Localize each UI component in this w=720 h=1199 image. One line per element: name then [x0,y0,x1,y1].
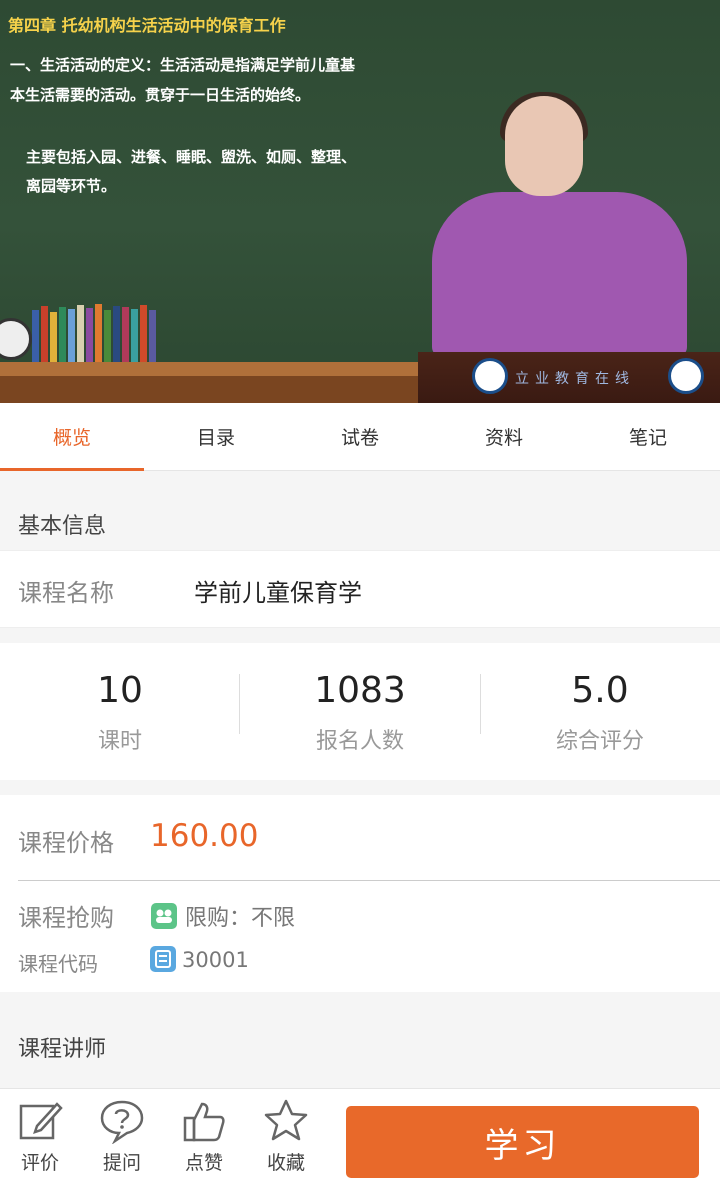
board-text-line: 本生活需要的活动。贯穿于一日生活的始终。 [10,86,311,104]
tab-exams[interactable]: 试卷 [288,403,432,470]
ask-label: 提问 [102,1152,141,1174]
edit-icon [19,1102,63,1140]
ask-button[interactable]: 提问 [87,1098,157,1175]
shelf-base [0,376,418,403]
chapter-title: 第四章 托幼机构生活活动中的保育工作 [8,16,286,35]
tab-notes[interactable]: 笔记 [576,403,720,470]
rush-value: 限购：不限 [185,906,296,931]
star-icon [264,1099,308,1141]
divider [18,880,720,881]
video-player[interactable]: 第四章 托幼机构生活活动中的保育工作 一、生活活动的定义：生活活动是指满足学前儿… [0,0,720,403]
tab-catalog[interactable]: 目录 [144,403,288,470]
stat-rating: 5.0 综合评分 [480,670,720,755]
review-label: 评价 [20,1152,59,1174]
stat-value: 5.0 [571,670,629,711]
board-text-line: 主要包括入园、进餐、睡眠、盥洗、如厕、整理、 [26,148,357,166]
shelf [0,362,418,376]
group-icon [151,903,177,929]
like-button[interactable]: 点赞 [169,1098,239,1175]
book-icon [150,946,176,972]
code-label: 课程代码 [18,952,98,976]
favorite-button[interactable]: 收藏 [251,1098,321,1175]
tab-overview[interactable]: 概览 [0,403,144,471]
price-value: 160.00 [150,818,259,854]
code-value: 30001 [182,948,249,972]
course-name-value: 学前儿童保育学 [194,579,362,607]
stat-label: 课时 [97,729,142,754]
stat-value: 1083 [314,670,406,711]
teacher-head [505,96,583,196]
stat-lessons: 10 课时 [0,670,240,755]
favorite-label: 收藏 [266,1152,305,1174]
board-text-line: 离园等环节。 [26,177,117,195]
thumbs-up-icon [183,1102,225,1142]
review-button[interactable]: 评价 [5,1098,75,1175]
section-title-teacher: 课程讲师 [18,1037,107,1062]
like-label: 点赞 [184,1152,223,1174]
stat-label: 综合评分 [555,729,644,754]
teacher-body [432,192,687,357]
school-logo-icon [668,358,704,394]
books-illustration [32,304,156,362]
tab-bar: 概览 目录 试卷 资料 笔记 [0,403,720,471]
board-text-line: 一、生活活动的定义：生活活动是指满足学前儿童基 [10,56,356,74]
tab-materials[interactable]: 资料 [432,403,576,470]
course-name-label: 课程名称 [18,579,114,607]
clock-icon [0,318,32,360]
school-logo-icon [472,358,508,394]
stat-value: 10 [97,670,143,711]
price-label: 课程价格 [18,829,114,857]
question-icon [100,1100,144,1144]
stat-enrollment: 1083 报名人数 [240,670,480,755]
learn-button[interactable]: 学习 [346,1106,699,1178]
stat-label: 报名人数 [315,729,404,754]
section-title-basic-info: 基本信息 [18,514,107,539]
rush-label: 课程抢购 [18,904,114,932]
podium-text: 立业教育在线 [515,371,635,387]
